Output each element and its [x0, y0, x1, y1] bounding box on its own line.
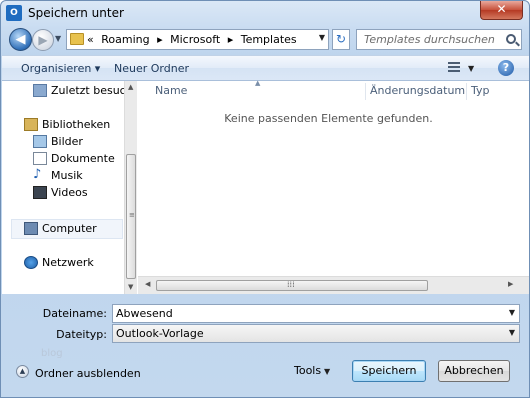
- column-header-name[interactable]: Name: [155, 81, 187, 101]
- empty-list-message: Keine passenden Elemente gefunden.: [224, 112, 433, 125]
- computer-icon: [24, 222, 38, 235]
- help-icon[interactable]: ?: [498, 60, 514, 76]
- filename-value: Abwesend: [116, 307, 173, 320]
- scroll-down-icon[interactable]: ▼: [128, 283, 133, 291]
- filetype-dropdown-icon[interactable]: ▼: [509, 328, 515, 337]
- back-arrow-icon: ◀: [15, 32, 26, 47]
- forward-arrow-icon: ▶: [38, 33, 48, 47]
- watermark-text: blog: [41, 348, 63, 359]
- sidebar-item-label: Dokumente: [51, 152, 115, 165]
- save-button[interactable]: Speichern: [352, 360, 426, 382]
- filetype-value: Outlook-Vorlage: [116, 327, 204, 340]
- recent-pages-dropdown[interactable]: ▼: [55, 34, 61, 43]
- sidebar-item-label: Bilder: [51, 135, 83, 148]
- collapse-folders-icon[interactable]: ▲: [16, 365, 29, 378]
- sidebar-item-label: Musik: [51, 169, 83, 182]
- column-divider[interactable]: [466, 83, 467, 100]
- documents-icon: [33, 152, 47, 165]
- column-header-date[interactable]: Änderungsdatum: [370, 81, 465, 101]
- tools-dropdown-icon[interactable]: ▼: [324, 367, 330, 376]
- address-dropdown-icon[interactable]: ▼: [319, 33, 325, 42]
- sidebar-item-label: Netzwerk: [42, 256, 94, 269]
- filename-dropdown-icon[interactable]: ▼: [509, 308, 515, 317]
- scroll-left-icon[interactable]: ◀: [145, 280, 150, 288]
- tools-button[interactable]: Tools: [294, 364, 321, 377]
- breadcrumb-separator: ▸: [227, 33, 234, 46]
- sidebar-item-label: Videos: [51, 186, 88, 199]
- column-header-type[interactable]: Typ: [471, 81, 490, 101]
- filename-label: Dateiname:: [42, 307, 107, 320]
- file-list: ▲ Name Änderungsdatum Typ Keine passende…: [138, 79, 529, 294]
- window-title: Speichern unter: [28, 6, 124, 20]
- hide-folders-button[interactable]: Ordner ausblenden: [35, 367, 141, 380]
- title-bar: O Speichern unter ✕: [1, 1, 529, 25]
- filetype-select[interactable]: Outlook-Vorlage ▼: [112, 324, 520, 343]
- breadcrumb-overflow[interactable]: «: [87, 33, 94, 46]
- command-bar: Organisieren ▾ Neuer Ordner ▼ ?: [2, 55, 529, 81]
- view-options-icon[interactable]: [448, 62, 460, 72]
- scroll-thumb[interactable]: ⁞⁞⁞: [156, 280, 428, 291]
- navigation-pane: Zuletzt besucht Bibliotheken Bilder Doku…: [2, 81, 137, 294]
- save-as-dialog: O Speichern unter ✕ ◀ ▶ ▼ « Roaming ▸ Mi…: [0, 0, 530, 398]
- sidebar-item-label: Bibliotheken: [42, 118, 111, 131]
- breadcrumb-microsoft[interactable]: Microsoft: [170, 33, 220, 46]
- back-button[interactable]: ◀: [9, 28, 32, 51]
- filename-field[interactable]: Abwesend ▼: [112, 304, 520, 323]
- scroll-thumb[interactable]: ≡: [126, 154, 136, 279]
- scroll-up-icon[interactable]: ▲: [128, 83, 133, 91]
- close-button[interactable]: ✕: [480, 1, 523, 20]
- breadcrumb-roaming[interactable]: Roaming: [101, 33, 149, 46]
- column-divider[interactable]: [365, 83, 366, 100]
- address-bar[interactable]: « Roaming ▸ Microsoft ▸ Templates ▼: [66, 29, 329, 50]
- refresh-icon: ↻: [335, 32, 347, 46]
- breadcrumb-separator: ▸: [157, 33, 163, 46]
- organize-button[interactable]: Organisieren ▾: [21, 62, 100, 75]
- music-icon: ♪: [33, 167, 42, 182]
- breadcrumb-templates[interactable]: Templates: [241, 33, 297, 46]
- sidebar-item-label: Computer: [42, 222, 97, 235]
- sort-indicator-icon: ▲: [255, 79, 261, 87]
- folder-icon: [70, 33, 84, 45]
- filetype-label: Dateityp:: [56, 328, 107, 341]
- content-area: Zuletzt besucht Bibliotheken Bilder Doku…: [2, 79, 529, 294]
- nav-vertical-scrollbar[interactable]: ▲ ≡ ▼: [124, 81, 137, 294]
- pictures-icon: [33, 135, 47, 148]
- new-folder-button[interactable]: Neuer Ordner: [114, 62, 189, 75]
- cancel-button[interactable]: Abbrechen: [438, 360, 510, 382]
- refresh-button[interactable]: ↻: [332, 29, 350, 50]
- network-icon: [24, 256, 38, 269]
- breadcrumb: « Roaming ▸ Microsoft ▸ Templates: [87, 33, 301, 46]
- list-horizontal-scrollbar[interactable]: ◀ ⁞⁞⁞ ▶: [138, 276, 529, 294]
- recent-places-icon: [33, 84, 47, 97]
- grip-icon: ⁞⁞⁞: [287, 280, 295, 289]
- forward-button[interactable]: ▶: [32, 29, 54, 51]
- search-input[interactable]: Templates durchsuchen: [356, 29, 522, 50]
- search-icon: [506, 34, 516, 44]
- libraries-icon: [24, 118, 38, 131]
- videos-icon: [33, 186, 47, 199]
- scroll-right-icon[interactable]: ▶: [508, 280, 513, 288]
- outlook-icon: O: [6, 5, 22, 21]
- view-dropdown-icon[interactable]: ▼: [468, 64, 474, 73]
- search-placeholder: Templates durchsuchen: [364, 33, 495, 46]
- grip-icon: ≡: [129, 211, 135, 219]
